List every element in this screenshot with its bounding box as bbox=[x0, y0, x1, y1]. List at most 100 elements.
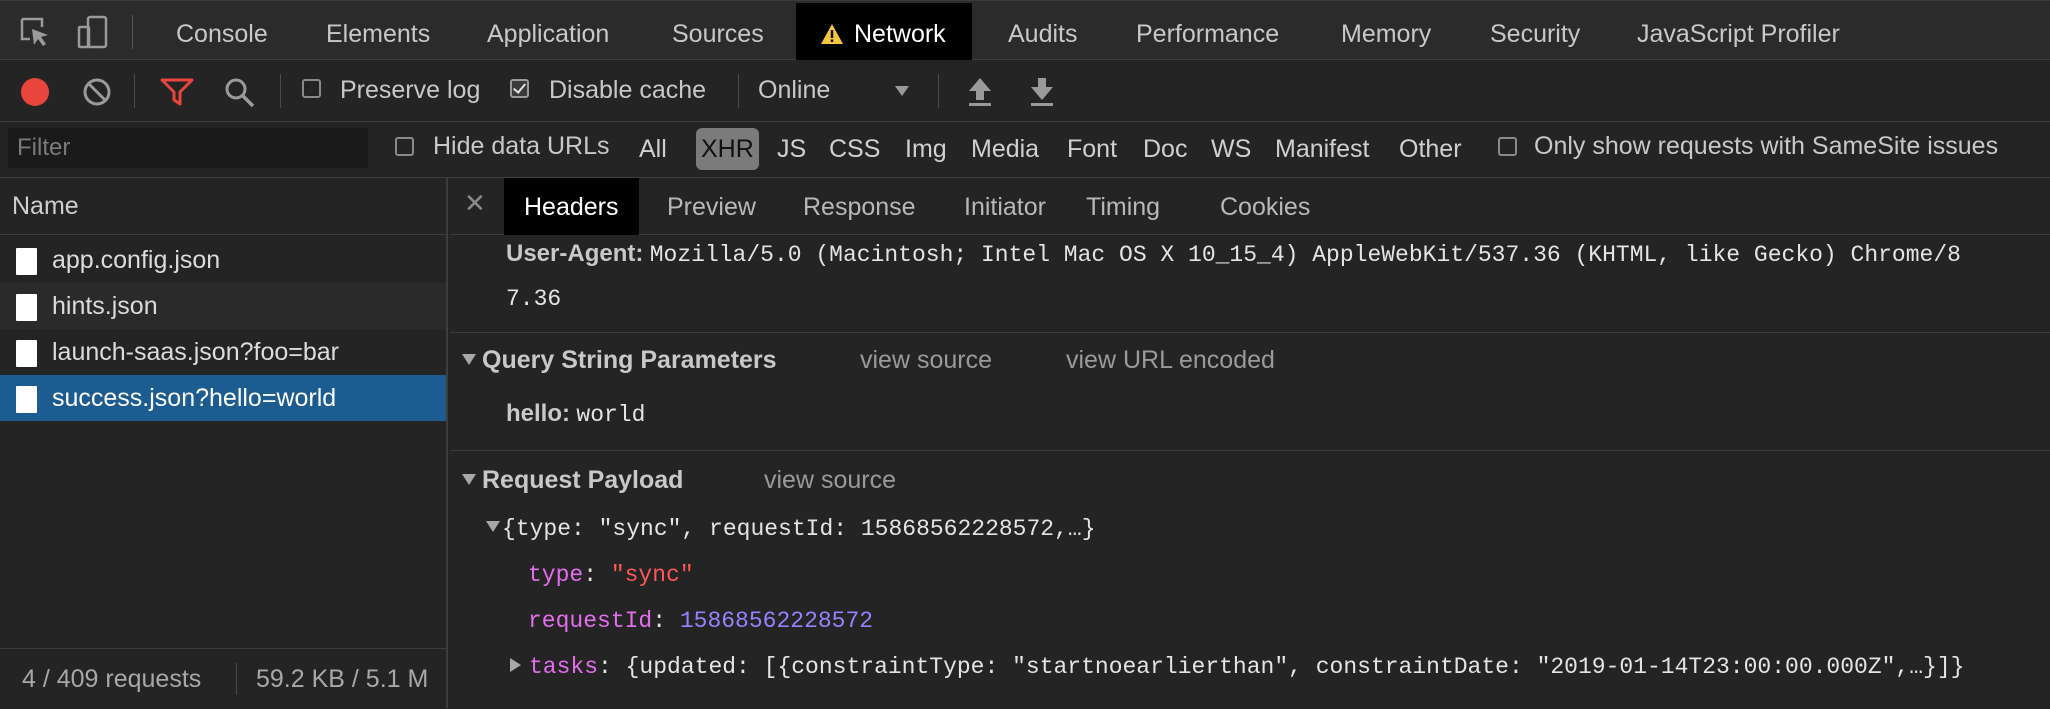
toolbar-divider bbox=[134, 74, 135, 108]
type-filter-font[interactable]: Font bbox=[1062, 128, 1122, 170]
payload-property: requestId: 15868562228572 bbox=[528, 608, 874, 634]
file-icon bbox=[16, 248, 37, 275]
devtools-tab-bar: Console Elements Application Sources Net… bbox=[0, 0, 2050, 61]
tab-cookies[interactable]: Cookies bbox=[1220, 178, 1310, 235]
type-filter-all[interactable]: All bbox=[634, 128, 672, 170]
type-filter-other[interactable]: Other bbox=[1394, 128, 1467, 170]
throttling-select[interactable]: Online bbox=[758, 76, 830, 105]
preserve-log-checkbox[interactable] bbox=[302, 79, 321, 98]
section-title: Request Payload bbox=[482, 466, 684, 494]
network-toolbar: Preserve log Disable cache Online bbox=[0, 60, 2050, 122]
type-filter-ws[interactable]: WS bbox=[1206, 128, 1256, 170]
tab-memory[interactable]: Memory bbox=[1341, 3, 1431, 61]
disable-cache-label: Disable cache bbox=[549, 76, 707, 104]
record-button[interactable] bbox=[20, 77, 50, 112]
property-key: requestId bbox=[528, 608, 653, 634]
clear-icon[interactable] bbox=[82, 77, 112, 112]
tab-preview[interactable]: Preview bbox=[667, 178, 756, 235]
payload-property-tasks[interactable]: tasks: {updated: [{constraintType: "star… bbox=[510, 654, 1964, 680]
hide-data-urls-label: Hide data URLs bbox=[433, 132, 610, 160]
tab-javascript-profiler[interactable]: JavaScript Profiler bbox=[1637, 3, 1840, 61]
request-list: Name app.config.json hints.json launch-s… bbox=[0, 178, 448, 708]
payload-property: type: "sync" bbox=[528, 562, 694, 588]
view-url-encoded-button[interactable]: view URL encoded bbox=[1066, 346, 1275, 375]
filter-bar: Hide data URLs All XHR JS CSS Img Media … bbox=[0, 122, 2050, 178]
tab-network-label: Network bbox=[854, 20, 946, 48]
property-value: "sync" bbox=[610, 562, 694, 588]
chevron-down-icon[interactable] bbox=[894, 84, 910, 102]
request-name: launch-saas.json?foo=bar bbox=[52, 338, 339, 366]
file-icon bbox=[16, 340, 37, 367]
query-params-section[interactable]: Query String Parameters bbox=[462, 346, 777, 375]
tab-audits[interactable]: Audits bbox=[1008, 3, 1077, 61]
close-icon[interactable]: ✕ bbox=[464, 188, 486, 219]
query-param-row: hello: world bbox=[506, 400, 645, 428]
tab-elements[interactable]: Elements bbox=[326, 3, 430, 61]
section-title: Query String Parameters bbox=[482, 346, 777, 374]
tab-performance[interactable]: Performance bbox=[1136, 3, 1279, 61]
request-count: 4 / 409 requests bbox=[22, 665, 202, 693]
filter-input[interactable] bbox=[8, 128, 368, 168]
disable-cache-checkbox[interactable] bbox=[510, 79, 529, 98]
property-value: {updated: [{constraintType: "startnoearl… bbox=[625, 654, 1965, 680]
preserve-log-label: Preserve log bbox=[340, 76, 481, 104]
tab-console[interactable]: Console bbox=[176, 3, 268, 61]
request-row[interactable]: hints.json bbox=[0, 283, 446, 329]
payload-object-summary[interactable]: {type: "sync", requestId: 15868562228572… bbox=[486, 516, 1096, 542]
type-filter-manifest[interactable]: Manifest bbox=[1270, 128, 1374, 170]
tab-application[interactable]: Application bbox=[487, 3, 609, 61]
request-details: ✕ Headers Preview Response Initiator Tim… bbox=[450, 178, 2050, 708]
toolbar-divider bbox=[738, 74, 739, 108]
request-name: success.json?hello=world bbox=[52, 384, 337, 412]
request-row[interactable]: launch-saas.json?foo=bar bbox=[0, 329, 446, 375]
tab-headers[interactable]: Headers bbox=[504, 178, 639, 235]
view-source-button[interactable]: view source bbox=[860, 346, 992, 375]
user-agent-header: User-Agent: Mozilla/5.0 (Macintosh; Inte… bbox=[506, 240, 1961, 268]
type-filter-img[interactable]: Img bbox=[900, 128, 952, 170]
warning-icon bbox=[820, 6, 844, 68]
request-name: app.config.json bbox=[52, 246, 221, 274]
tab-divider bbox=[132, 15, 133, 49]
type-filter-doc[interactable]: Doc bbox=[1138, 128, 1192, 170]
search-icon[interactable] bbox=[224, 77, 256, 114]
transfer-size: 59.2 KB / 5.1 M bbox=[256, 665, 429, 693]
type-filter-css[interactable]: CSS bbox=[824, 128, 885, 170]
hide-data-urls-checkbox[interactable] bbox=[395, 137, 414, 156]
export-har-icon[interactable] bbox=[1028, 76, 1056, 113]
filter-icon[interactable] bbox=[160, 77, 194, 112]
type-filter-media[interactable]: Media bbox=[966, 128, 1044, 170]
type-filter-js[interactable]: JS bbox=[772, 128, 811, 170]
file-icon bbox=[16, 294, 37, 321]
payload-view-source-button[interactable]: view source bbox=[764, 466, 896, 495]
property-value: 15868562228572 bbox=[679, 608, 874, 634]
status-bar: 4 / 409 requests 59.2 KB / 5.1 M bbox=[0, 648, 446, 708]
file-icon bbox=[16, 386, 37, 413]
request-row[interactable]: app.config.json bbox=[0, 237, 446, 283]
property-key: type bbox=[528, 562, 584, 588]
type-filter-xhr[interactable]: XHR bbox=[696, 128, 759, 170]
import-har-icon[interactable] bbox=[966, 76, 994, 113]
param-value: world bbox=[576, 402, 646, 428]
name-column-header[interactable]: Name bbox=[0, 178, 446, 235]
tab-initiator[interactable]: Initiator bbox=[964, 178, 1046, 235]
detail-tab-bar: ✕ Headers Preview Response Initiator Tim… bbox=[450, 178, 2050, 235]
request-row-selected[interactable]: success.json?hello=world bbox=[0, 375, 446, 421]
samesite-checkbox[interactable] bbox=[1498, 137, 1517, 156]
toolbar-divider bbox=[280, 74, 281, 108]
device-toolbar-icon[interactable] bbox=[76, 15, 110, 49]
property-key: tasks bbox=[529, 654, 599, 680]
section-divider bbox=[450, 332, 2050, 333]
request-name: hints.json bbox=[52, 292, 158, 320]
tab-network[interactable]: Network bbox=[796, 3, 972, 61]
tab-timing[interactable]: Timing bbox=[1086, 178, 1160, 235]
payload-summary-text: {type: "sync", requestId: 15868562228572… bbox=[502, 516, 1096, 542]
collapse-icon bbox=[462, 474, 476, 485]
header-value-continued: 7.36 bbox=[506, 286, 562, 312]
header-value: Mozilla/5.0 (Macintosh; Intel Mac OS X 1… bbox=[649, 242, 1961, 268]
param-key: hello: bbox=[506, 400, 570, 427]
tab-sources[interactable]: Sources bbox=[672, 3, 764, 61]
tab-response[interactable]: Response bbox=[803, 178, 916, 235]
inspect-element-icon[interactable] bbox=[18, 15, 52, 49]
request-payload-section[interactable]: Request Payload bbox=[462, 466, 683, 495]
tab-security[interactable]: Security bbox=[1490, 3, 1580, 61]
